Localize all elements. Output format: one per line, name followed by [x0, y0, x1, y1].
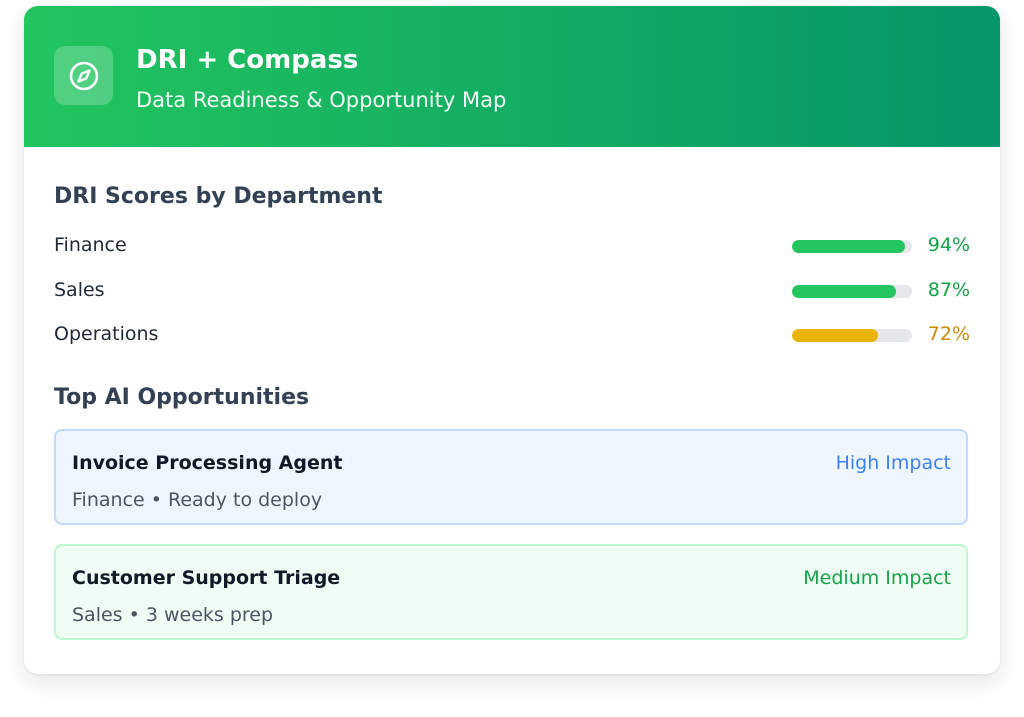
opportunity-title: Invoice Processing Agent — [72, 452, 343, 474]
dri-compass-card: DRI + Compass Data Readiness & Opportuni… — [24, 6, 1000, 674]
dri-row-label: Sales — [54, 279, 105, 301]
dri-row-label: Finance — [54, 234, 127, 256]
card-header: DRI + Compass Data Readiness & Opportuni… — [24, 6, 1000, 147]
opportunity-title: Customer Support Triage — [72, 567, 341, 589]
dri-row-sales: Sales 87% — [54, 275, 970, 305]
dri-progress-bar — [792, 329, 912, 342]
opportunity-subtitle: Sales • 3 weeks prep — [72, 604, 274, 626]
dri-progress-fill — [792, 285, 897, 298]
impact-label: High Impact — [835, 452, 951, 474]
dri-percent: 94% — [927, 234, 970, 256]
logo-badge — [54, 46, 113, 105]
dri-progress-bar — [792, 240, 912, 253]
dri-row-finance: Finance 94% — [54, 230, 970, 260]
dri-progress-bar — [792, 285, 912, 298]
opportunity-card-invoice[interactable]: Invoice Processing Agent Finance • Ready… — [54, 429, 968, 525]
opportunity-card-support[interactable]: Customer Support Triage Sales • 3 weeks … — [54, 544, 968, 640]
dri-section-title: DRI Scores by Department — [54, 184, 383, 209]
page-title: DRI + Compass — [136, 45, 359, 75]
dri-progress-fill — [792, 329, 879, 342]
dri-percent: 72% — [927, 323, 970, 345]
dri-row-label: Operations — [54, 323, 159, 345]
opportunities-section-title: Top AI Opportunities — [54, 385, 310, 410]
dri-row-operations: Operations 72% — [54, 319, 970, 349]
opportunity-subtitle: Finance • Ready to deploy — [72, 489, 323, 511]
page-subtitle: Data Readiness & Opportunity Map — [136, 88, 507, 112]
dri-percent: 87% — [927, 279, 970, 301]
compass-icon — [69, 61, 98, 90]
dri-progress-fill — [792, 240, 905, 253]
impact-label: Medium Impact — [803, 567, 951, 589]
